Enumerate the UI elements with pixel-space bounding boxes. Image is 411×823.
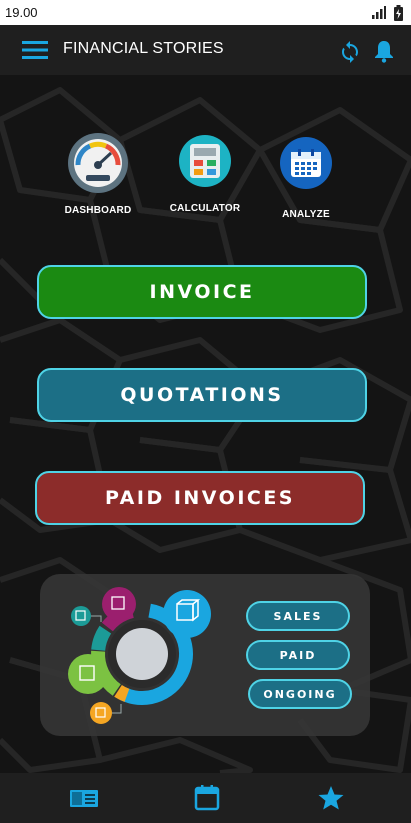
calendar-icon[interactable] [192, 785, 222, 811]
process-infographic [68, 587, 211, 724]
speedometer-icon [68, 133, 128, 193]
signal-icon [372, 6, 386, 19]
analyze-shortcut[interactable]: ANALYZE [256, 137, 356, 220]
app-bar: FINANCIAL STORIES [0, 25, 411, 75]
calculator-shortcut[interactable]: CALCULATOR [155, 135, 255, 214]
sync-icon[interactable] [338, 39, 362, 63]
quotations-button[interactable]: QUOTATIONS [37, 368, 367, 422]
battery-charging-icon [394, 4, 403, 21]
calculator-icon [179, 135, 231, 187]
paid-invoices-button[interactable]: PAID INVOICES [35, 471, 365, 525]
bell-icon[interactable] [373, 39, 395, 63]
calendar-icon [280, 137, 332, 189]
hamburger-menu-icon[interactable] [22, 39, 48, 61]
calculator-label: CALCULATOR [169, 203, 241, 214]
dashboard-label: DASHBOARD [64, 205, 132, 216]
status-bar: 19.00 [0, 0, 411, 25]
summary-panel: SALES PAID ONGOING [40, 574, 370, 736]
paid-button[interactable]: PAID [246, 640, 350, 670]
dashboard-shortcut[interactable]: DASHBOARD [48, 133, 148, 216]
app-title: FINANCIAL STORIES [63, 40, 224, 57]
status-time: 19.00 [5, 5, 38, 20]
star-icon[interactable] [316, 785, 346, 811]
ongoing-button[interactable]: ONGOING [248, 679, 352, 709]
analyze-label: ANALYZE [282, 209, 330, 220]
bottom-navigation [0, 773, 411, 823]
status-icons [372, 4, 403, 21]
invoice-button[interactable]: INVOICE [37, 265, 367, 319]
notes-icon[interactable] [69, 785, 99, 811]
sales-button[interactable]: SALES [246, 601, 350, 631]
